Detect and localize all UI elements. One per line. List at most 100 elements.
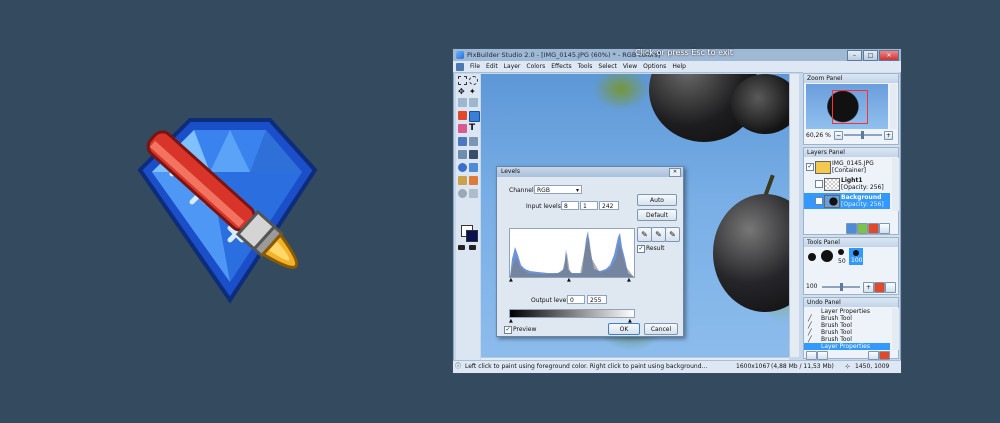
undo-item[interactable]: Layer Properties — [804, 308, 890, 315]
brush-preset[interactable] — [821, 250, 833, 262]
clear-history-icon[interactable] — [879, 351, 890, 360]
move-icon[interactable]: ✥ — [458, 87, 467, 96]
cancel-button[interactable]: Cancel — [644, 323, 678, 335]
channel-select[interactable]: RGB ▾ — [534, 185, 582, 194]
maximize-button[interactable]: □ — [863, 50, 878, 61]
layers-scrollbar[interactable] — [892, 158, 899, 211]
output-level-black[interactable]: 0 — [567, 295, 585, 304]
undo-item[interactable]: Brush Tool — [804, 329, 890, 336]
layer-visibility-checkbox[interactable] — [815, 180, 823, 188]
tools-panel-title: Tools Panel — [804, 238, 898, 247]
layer-properties-icon[interactable] — [879, 223, 890, 234]
menu-select[interactable]: Select — [595, 63, 620, 70]
hand-icon[interactable] — [469, 189, 478, 198]
undo-item-selected[interactable]: Layer Properties — [804, 343, 890, 350]
app-window: PixBuilder Studio 2.0 - [IMG_0145.JPG (6… — [452, 48, 902, 374]
undo-item[interactable]: Brush Tool — [804, 322, 890, 329]
undo-icon[interactable] — [806, 351, 817, 360]
fill-icon[interactable] — [458, 137, 467, 146]
delete-brush-icon[interactable] — [874, 282, 885, 293]
add-brush-icon[interactable]: + — [863, 282, 874, 293]
menu-edit[interactable]: Edit — [483, 63, 501, 70]
menu-view[interactable]: View — [620, 63, 640, 70]
input-level-gamma[interactable]: 1 — [580, 201, 598, 210]
brush-preset[interactable] — [808, 253, 816, 261]
zoom-slider-thumb[interactable] — [861, 131, 864, 139]
brush-size-thumb[interactable] — [840, 283, 843, 291]
layer-row-selected[interactable]: ✓ Background [Opacity: 256] — [804, 193, 890, 209]
undo-item[interactable]: Brush Tool — [804, 315, 890, 322]
redo-icon[interactable] — [817, 351, 828, 360]
history-copy-icon[interactable] — [868, 351, 879, 360]
delete-layer-icon[interactable] — [868, 223, 879, 234]
zoom-in-button[interactable]: + — [884, 131, 893, 140]
levels-dialog-close-button[interactable]: ✕ — [669, 168, 681, 177]
black-point-slider[interactable]: ▲ — [509, 277, 513, 283]
input-level-white[interactable]: 242 — [599, 201, 619, 210]
ok-button[interactable]: OK — [608, 323, 640, 335]
zoom-out-button[interactable]: − — [834, 131, 843, 140]
background-color-swatch[interactable] — [466, 230, 478, 242]
lasso-icon[interactable] — [458, 98, 467, 107]
menu-colors[interactable]: Colors — [523, 63, 548, 70]
menu-effects[interactable]: Effects — [548, 63, 574, 70]
input-sliders[interactable]: ▲ ▲ ▲ — [509, 277, 633, 283]
zoom-panel-title: Zoom Panel — [804, 74, 898, 83]
ellipse-select-icon[interactable] — [469, 76, 478, 85]
app-menu-icon[interactable] — [456, 62, 464, 71]
eraser-icon[interactable] — [458, 124, 467, 133]
close-button[interactable]: ✕ — [879, 50, 899, 61]
zoom-slider[interactable] — [844, 131, 882, 139]
clone-icon[interactable] — [469, 137, 478, 146]
swap-colors-icon[interactable] — [458, 245, 465, 250]
black-eyedropper-icon[interactable]: ✎ — [637, 227, 652, 242]
zoom-icon[interactable] — [458, 189, 467, 198]
stamp-icon[interactable] — [469, 150, 478, 159]
input-level-black[interactable]: 8 — [561, 201, 579, 210]
undo-item[interactable]: Brush Tool — [804, 336, 890, 343]
menu-help[interactable]: Help — [669, 63, 689, 70]
brush-preset[interactable] — [838, 249, 844, 255]
text-icon[interactable]: T — [469, 124, 478, 133]
undo-scrollbar[interactable] — [892, 308, 899, 350]
magic-wand-icon[interactable]: ✦ — [469, 87, 478, 96]
minimize-button[interactable]: – — [847, 50, 862, 61]
layer-row[interactable]: Light1 [Opacity: 256] — [804, 176, 890, 192]
gradient-icon[interactable] — [469, 176, 478, 185]
brush-icon[interactable] — [469, 111, 480, 122]
menu-options[interactable]: Options — [640, 63, 669, 70]
auto-button[interactable]: Auto — [637, 194, 677, 206]
duplicate-layer-icon[interactable] — [857, 223, 868, 234]
shape-ellipse-icon[interactable] — [458, 163, 467, 172]
layer-row[interactable]: ✓ IMG_0145.JPG [Container] — [804, 159, 890, 175]
brush-preset-selected[interactable]: 100 — [849, 248, 863, 265]
reset-colors-icon[interactable] — [469, 245, 476, 250]
menu-file[interactable]: File — [467, 63, 483, 70]
gamma-slider[interactable]: ▲ — [567, 277, 571, 283]
rect-select-icon[interactable] — [458, 76, 467, 85]
preview-checkbox[interactable]: ✓ — [504, 326, 512, 334]
zoom-preview[interactable] — [806, 84, 888, 129]
vertical-scrollbar[interactable] — [789, 74, 799, 357]
shape-rect-icon[interactable] — [469, 163, 478, 172]
output-level-white[interactable]: 255 — [587, 295, 607, 304]
default-button[interactable]: Default — [637, 209, 677, 221]
menu-layer[interactable]: Layer — [501, 63, 524, 70]
result-checkbox[interactable]: ✓ — [637, 245, 645, 253]
menu-tools[interactable]: Tools — [575, 63, 596, 70]
output-black-slider[interactable]: ▲ — [509, 318, 513, 324]
white-eyedropper-icon[interactable]: ✎ — [665, 227, 680, 242]
new-layer-icon[interactable] — [846, 223, 857, 234]
crop-icon[interactable] — [469, 98, 478, 107]
layer-visibility-checkbox[interactable]: ✓ — [815, 197, 823, 205]
zoom-viewport-rect[interactable] — [832, 90, 868, 124]
layer-visibility-checkbox[interactable]: ✓ — [806, 163, 814, 171]
pencil-icon[interactable] — [458, 111, 467, 120]
brush-size-slider[interactable] — [822, 283, 860, 291]
blur-icon[interactable] — [458, 150, 467, 159]
white-point-slider[interactable]: ▲ — [627, 277, 631, 283]
zoom-panel-scrollbar[interactable] — [890, 84, 897, 129]
brush-settings-icon[interactable] — [885, 282, 896, 293]
dropper-icon[interactable] — [458, 176, 467, 185]
gray-eyedropper-icon[interactable]: ✎ — [651, 227, 666, 242]
